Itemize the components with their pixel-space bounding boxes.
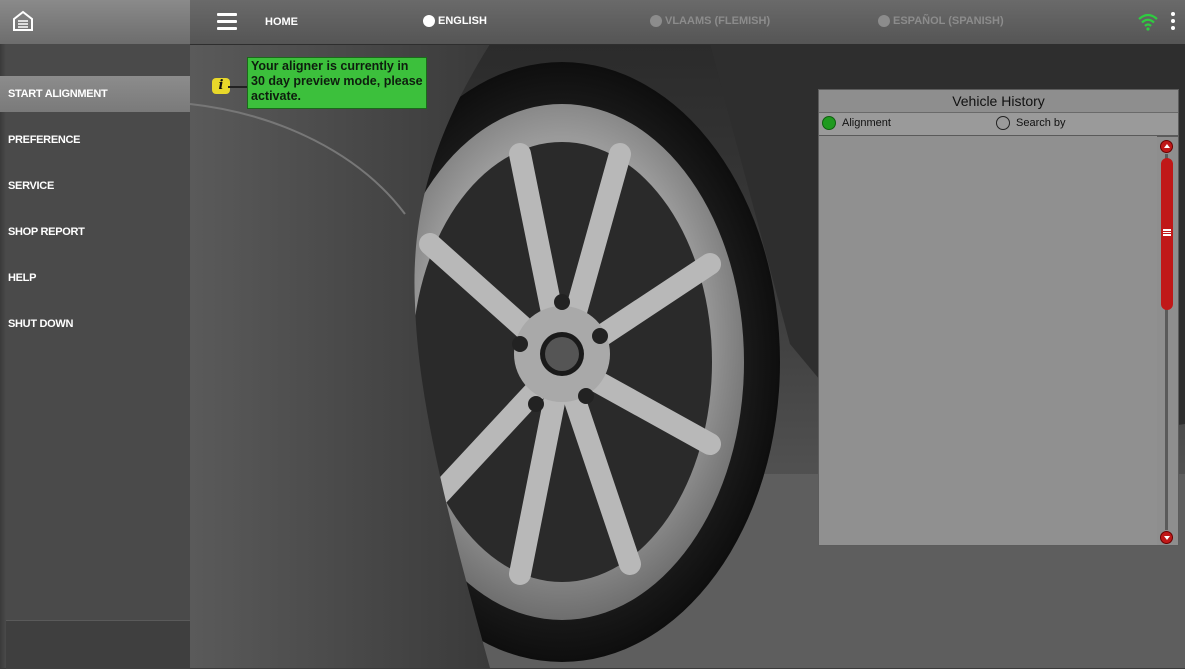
language-option-flemish[interactable]: VLAAMS (FLEMISH) bbox=[650, 15, 770, 27]
tab-alignment[interactable]: Alignment bbox=[822, 116, 891, 130]
tab-label: Search by bbox=[1016, 117, 1066, 129]
scroll-up-icon[interactable] bbox=[1160, 140, 1173, 153]
sidebar-item-help[interactable]: HELP bbox=[0, 260, 190, 296]
sidebar-item-service[interactable]: SERVICE bbox=[0, 168, 190, 204]
sidebar-item-start-alignment[interactable]: START ALIGNMENT bbox=[0, 76, 190, 112]
scroll-down-icon[interactable] bbox=[1160, 531, 1173, 544]
vertical-scrollbar[interactable] bbox=[1160, 140, 1176, 544]
logo-cell[interactable] bbox=[0, 0, 190, 44]
wifi-icon[interactable] bbox=[1138, 13, 1158, 31]
preview-mode-notice[interactable]: Your aligner is currently in 30 day prev… bbox=[247, 57, 427, 109]
more-vertical-icon[interactable] bbox=[1170, 12, 1176, 34]
sidebar-item-shut-down[interactable]: SHUT DOWN bbox=[0, 306, 190, 342]
language-option-spanish[interactable]: ESPAÑOL (SPANISH) bbox=[878, 15, 1004, 27]
home-link[interactable]: HOME bbox=[265, 16, 298, 28]
garage-icon[interactable] bbox=[12, 10, 34, 32]
radio-unselected-icon bbox=[878, 15, 890, 27]
panel-title: Vehicle History bbox=[819, 90, 1178, 113]
scrollbar-thumb[interactable] bbox=[1161, 158, 1173, 310]
hamburger-menu-icon[interactable] bbox=[217, 13, 237, 31]
language-label: ENGLISH bbox=[438, 15, 487, 27]
grip-icon bbox=[1161, 228, 1173, 237]
sidebar-item-shop-report[interactable]: SHOP REPORT bbox=[0, 214, 190, 250]
vehicle-history-tabs: Alignment Search by bbox=[819, 113, 1178, 137]
language-label: ESPAÑOL (SPANISH) bbox=[893, 15, 1004, 27]
vehicle-history-panel: Vehicle History Alignment Search by bbox=[818, 89, 1179, 546]
sidebar-item-preference[interactable]: PREFERENCE bbox=[0, 122, 190, 158]
radio-unselected-icon bbox=[996, 116, 1010, 130]
language-option-english[interactable]: ENGLISH bbox=[423, 15, 487, 27]
language-label: VLAAMS (FLEMISH) bbox=[665, 15, 771, 27]
radio-unselected-icon bbox=[650, 15, 662, 27]
notice-connector bbox=[228, 86, 248, 88]
sidebar-footer bbox=[6, 620, 190, 669]
top-bar: HOME ENGLISH VLAAMS (FLEMISH) ESPAÑOL (S… bbox=[0, 0, 1185, 45]
tab-label: Alignment bbox=[842, 117, 891, 129]
radio-selected-icon bbox=[423, 15, 435, 27]
tab-search-by[interactable]: Search by bbox=[996, 116, 1066, 130]
sidebar: START ALIGNMENT PREFERENCE SERVICE SHOP … bbox=[0, 44, 190, 669]
radio-selected-icon bbox=[822, 116, 836, 130]
vehicle-history-list[interactable] bbox=[819, 136, 1157, 545]
